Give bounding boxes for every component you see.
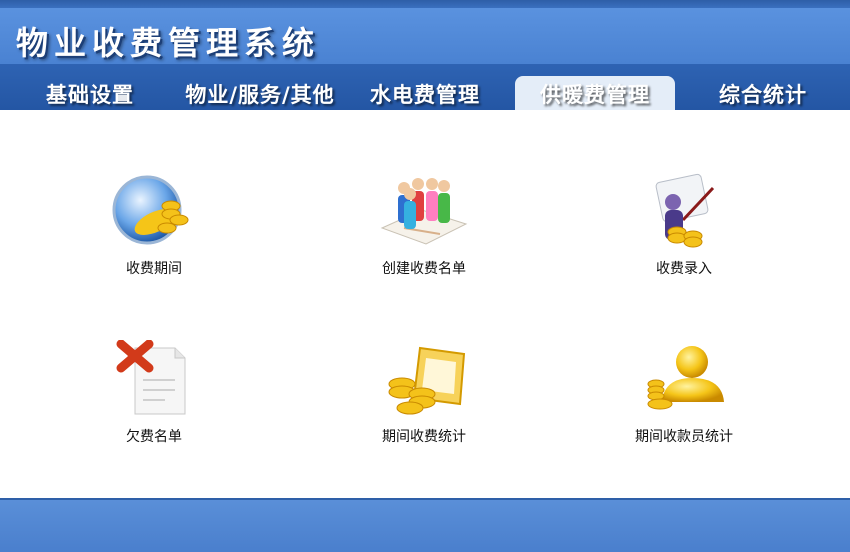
- app-header: 物业收费管理系统: [0, 8, 850, 64]
- item-label: 欠费名单: [126, 429, 182, 445]
- footer-bar: [0, 498, 850, 552]
- item-label: 期间收费统计: [382, 429, 466, 445]
- tab-water-electric[interactable]: 水电费管理: [350, 76, 500, 110]
- tab-heating[interactable]: 供暖费管理: [515, 76, 675, 110]
- tab-property-service[interactable]: 物业/服务/其他: [180, 76, 340, 110]
- item-label: 期间收款员统计: [635, 429, 733, 445]
- main-content: 收费期间 创建收费名单 收费录入 欠费名单 期间收费统计 期间收款员统计: [0, 110, 850, 498]
- item-label: 收费期间: [126, 261, 182, 277]
- period-charge-stats-button[interactable]: 期间收费统计: [334, 340, 514, 446]
- globe-coins-icon: [112, 175, 189, 245]
- top-border: [0, 0, 850, 8]
- create-list-button[interactable]: 创建收费名单: [334, 172, 514, 278]
- people-list-icon: [380, 178, 468, 245]
- person-coins-icon: [655, 173, 715, 248]
- period-cashier-stats-button[interactable]: 期间收款员统计: [594, 340, 774, 446]
- item-label: 收费录入: [656, 261, 712, 277]
- charge-entry-button[interactable]: 收费录入: [594, 172, 774, 278]
- delete-document-icon: [116, 340, 186, 415]
- arrears-list-button[interactable]: 欠费名单: [64, 340, 244, 446]
- charge-period-button[interactable]: 收费期间: [64, 172, 244, 278]
- item-label: 创建收费名单: [382, 261, 466, 277]
- tab-basic-settings[interactable]: 基础设置: [20, 76, 160, 110]
- coins-folder-icon: [388, 346, 466, 415]
- app-title: 物业收费管理系统: [16, 24, 321, 62]
- tab-statistics[interactable]: 综合统计: [690, 76, 836, 110]
- gold-user-icon: [647, 346, 724, 410]
- tab-bar: 基础设置 物业/服务/其他 水电费管理 供暖费管理 综合统计: [0, 64, 850, 110]
